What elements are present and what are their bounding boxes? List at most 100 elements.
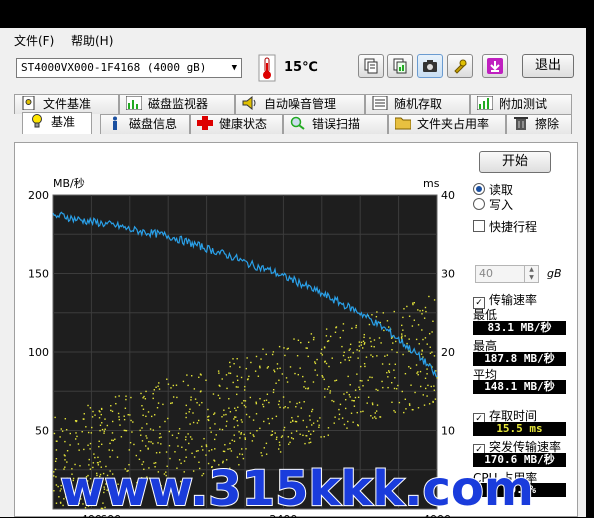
access-time-point	[142, 397, 144, 399]
access-time-point	[424, 337, 427, 339]
exit-button[interactable]: 退出	[522, 54, 574, 78]
access-time-point	[112, 439, 115, 442]
access-time-point	[312, 430, 315, 432]
access-time-point	[278, 400, 280, 402]
tab-disk-info[interactable]: 磁盘信息	[100, 114, 190, 134]
access-time-point	[273, 369, 275, 371]
access-time-point	[226, 387, 228, 390]
access-time-point	[348, 349, 350, 351]
random-access-icon	[372, 96, 388, 110]
access-time-point	[171, 434, 174, 436]
access-time-point	[404, 372, 407, 375]
write-option[interactable]: 写入	[473, 196, 513, 213]
options-button[interactable]	[447, 54, 473, 78]
access-time-point	[422, 338, 424, 341]
access-time-point	[364, 342, 366, 344]
quick-travel-spinner[interactable]: 40 ▲ ▼	[475, 265, 539, 283]
access-time-point	[323, 347, 326, 349]
access-time-point	[432, 401, 434, 403]
access-time-point	[145, 435, 147, 437]
access-time-point	[138, 458, 141, 461]
menu-file[interactable]: 文件(F)	[14, 32, 54, 49]
access-time-point	[362, 385, 364, 387]
camera-icon	[423, 60, 437, 72]
access-time-point	[83, 448, 85, 451]
access-time-point	[162, 403, 164, 406]
access-time-point	[358, 350, 361, 352]
access-time-point	[193, 456, 196, 458]
access-time-point	[339, 361, 342, 364]
menu-help[interactable]: 帮助(H)	[71, 32, 113, 49]
access-time-point	[166, 378, 168, 380]
read-radio[interactable]	[473, 183, 485, 195]
access-time-point	[214, 423, 216, 425]
access-time-point	[313, 336, 315, 339]
access-time-point	[149, 428, 152, 430]
copy-button[interactable]	[358, 54, 384, 78]
access-time-point	[172, 384, 175, 387]
access-time-point	[347, 375, 349, 378]
access-time-point	[353, 405, 356, 407]
access-time-point	[252, 419, 255, 421]
access-time-point	[91, 416, 94, 418]
access-time-point	[418, 343, 420, 345]
screenshot-button[interactable]	[417, 54, 443, 78]
drive-select[interactable]: ST4000VX000-1F4168 (4000 gB) ▼	[16, 58, 242, 78]
access-time-point	[424, 387, 427, 390]
access-time-point	[171, 402, 173, 404]
start-button[interactable]: 开始	[479, 151, 551, 173]
tab-disk-monitor[interactable]: 磁盘监视器	[119, 94, 235, 114]
tab-folder-usage[interactable]: 文件夹占用率	[388, 114, 506, 134]
access-time-point	[139, 429, 141, 432]
access-time-point	[434, 398, 437, 400]
tab-extra-tests[interactable]: 附加测试	[470, 94, 572, 114]
tab-benchmark[interactable]: 基准	[22, 112, 92, 134]
download-button[interactable]	[482, 54, 508, 78]
access-time-point	[271, 430, 274, 433]
tab-health[interactable]: 健康状态	[190, 114, 283, 134]
access-time-point	[211, 449, 213, 451]
access-time-point	[375, 388, 377, 391]
tab-label: 错误扫描	[312, 117, 361, 131]
access-time-point	[425, 310, 427, 313]
access-time-point	[372, 417, 374, 419]
tab-aam[interactable]: 自动噪音管理	[235, 94, 365, 114]
spinner-arrows[interactable]: ▲ ▼	[524, 266, 538, 282]
access-time-point	[272, 388, 275, 391]
access-time-point	[160, 436, 162, 438]
access-time-point	[344, 359, 346, 361]
access-time-point	[157, 385, 159, 387]
tab-file-benchmark[interactable]: 文件基准	[14, 94, 119, 114]
access-time-point	[393, 409, 395, 412]
access-time-point	[361, 380, 363, 382]
min-value: 83.1 MB/秒	[473, 321, 566, 335]
tab-error-scan[interactable]: 错误扫描	[283, 114, 388, 134]
access-time-point	[422, 394, 424, 396]
access-time-point	[212, 393, 215, 395]
quick-travel-checkbox[interactable]	[473, 220, 485, 232]
access-time-point	[304, 380, 306, 383]
access-time-point	[229, 365, 231, 368]
y-left-tick-label: 200	[28, 189, 49, 202]
access-time-point	[417, 373, 419, 376]
access-time-point	[178, 428, 181, 430]
copy-chart-button[interactable]	[387, 54, 413, 78]
access-time-point	[401, 335, 403, 337]
access-time-point	[353, 400, 355, 402]
access-time-point	[190, 396, 192, 398]
access-time-point	[191, 438, 193, 440]
access-time-point	[176, 396, 178, 399]
access-time-point	[186, 374, 188, 376]
access-time-point	[341, 417, 344, 419]
tab-random-access[interactable]: 随机存取	[365, 94, 470, 114]
access-time-point	[259, 366, 261, 369]
access-time-point	[213, 413, 215, 416]
access-time-point	[55, 440, 58, 442]
write-radio[interactable]	[473, 198, 485, 210]
access-time-point	[291, 416, 293, 419]
access-time-point	[307, 355, 309, 358]
access-time-point	[228, 407, 230, 409]
quick-travel-option[interactable]: 快捷行程	[473, 218, 537, 235]
tab-erase[interactable]: 擦除	[506, 114, 572, 134]
access-time-point	[215, 434, 217, 436]
